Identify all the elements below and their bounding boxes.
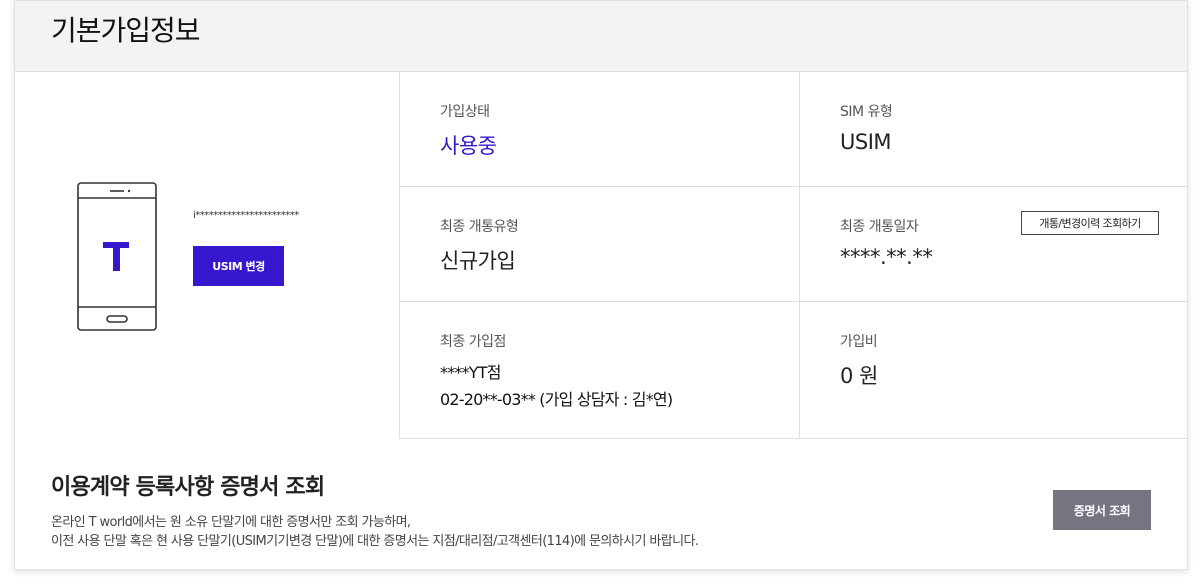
card-header: 기본가입정보 [15, 1, 1187, 72]
activation-type-label: 최종 개통유형 [440, 219, 519, 235]
certificate-desc-line-2: 이전 사용 단말 혹은 현 사용 단말기(USIM기기변경 단말)에 대한 증명… [51, 534, 699, 549]
device-panel: i*********************** USIM 변경 [15, 72, 400, 439]
certificate-description: 온라인 T world에서는 원 소유 단말기에 대한 증명서만 조회 가능하며… [51, 513, 699, 551]
status-value: 사용중 [440, 134, 497, 158]
sim-type-label: SIM 유형 [840, 104, 893, 120]
join-fee-label: 가입비 [840, 334, 878, 350]
phone-illustration-icon [77, 182, 157, 331]
join-fee-value: 0 원 [840, 364, 878, 388]
sim-type-value: USIM [840, 130, 892, 154]
activation-date-value: ****.**.** [840, 245, 933, 269]
info-cell-join-fee: 가입비 0 원 [800, 302, 1189, 439]
certificate-title: 이용계약 등록사항 증명서 조회 [51, 475, 325, 500]
t-logo-icon [103, 242, 129, 271]
info-cell-status: 가입상태 사용중 [400, 72, 800, 187]
activation-type-value: 신규가입 [440, 249, 516, 273]
certificate-section: 이용계약 등록사항 증명서 조회 온라인 T world에서는 원 소유 단말기… [15, 439, 1187, 571]
activation-history-button[interactable]: 개통/변경이력 조회하기 [1021, 211, 1159, 235]
store-name: ****YT점 [440, 363, 501, 382]
activation-date-label: 최종 개통일자 [840, 219, 919, 235]
status-label: 가입상태 [440, 104, 490, 120]
store-contact: 02-20**-03** (가입 상담자 : 김*연) [440, 390, 673, 409]
page-title: 기본가입정보 [51, 14, 201, 47]
usim-change-button[interactable]: USIM 변경 [193, 246, 284, 286]
certificate-lookup-button[interactable]: 증명서 조회 [1053, 490, 1151, 530]
info-cell-activation-type: 최종 개통유형 신규가입 [400, 187, 800, 302]
last-store-label: 최종 가입점 [440, 334, 506, 350]
info-cell-activation-date: 최종 개통일자 개통/변경이력 조회하기 ****.**.** [800, 187, 1189, 302]
certificate-desc-line-1: 온라인 T world에서는 원 소유 단말기에 대한 증명서만 조회 가능하며… [51, 515, 411, 530]
info-cell-sim-type: SIM 유형 USIM [800, 72, 1189, 187]
masked-user-id: i*********************** [193, 210, 299, 221]
basic-subscription-card: 기본가입정보 i*********************** USIM 변경 … [14, 0, 1189, 571]
info-cell-last-store: 최종 가입점 ****YT점 02-20**-03** (가입 상담자 : 김*… [400, 302, 800, 439]
